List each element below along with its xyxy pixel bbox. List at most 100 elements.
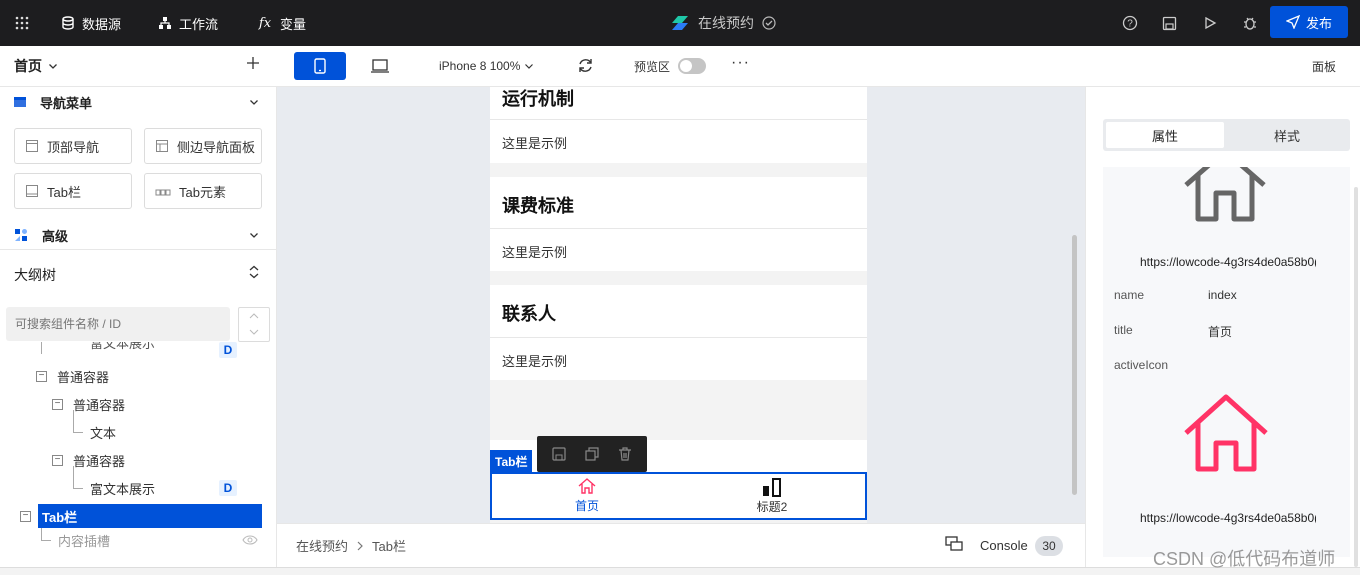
save-icon[interactable] <box>551 446 567 462</box>
phone-icon <box>314 58 326 74</box>
publish-button[interactable]: 发布 <box>1270 6 1348 38</box>
tab-style[interactable]: 样式 <box>1227 122 1347 148</box>
tab-bar[interactable]: 首页 标题2 <box>490 472 867 520</box>
tree-line <box>73 410 74 432</box>
selected-component-label: Tab栏 <box>490 450 533 472</box>
eye-icon[interactable] <box>242 535 258 545</box>
tree-node-tabbar[interactable]: − <box>20 504 38 528</box>
tree-node-container[interactable]: − 普通容器 <box>52 448 125 472</box>
tree-node-tabbar-selected[interactable]: Tab栏 <box>38 504 262 528</box>
tabbar-icon <box>26 185 38 197</box>
card-title: 课费标准 <box>502 196 574 216</box>
mobile-view-button[interactable] <box>294 52 346 80</box>
card-title: 运行机制 <box>502 89 574 109</box>
preview-toggle[interactable] <box>678 58 707 74</box>
top-nav-component[interactable]: 顶部导航 <box>14 128 132 164</box>
content-card[interactable]: 联系人 这里是示例 <box>490 285 867 380</box>
debug-icon[interactable] <box>1242 0 1258 46</box>
tab-title2[interactable]: 标题2 <box>722 477 822 517</box>
tree-node-text[interactable]: 文本 <box>90 420 116 444</box>
top-bar: 数据源 工作流 fx 变量 在线预约 ? 发布 <box>0 0 1360 46</box>
breadcrumb-current[interactable]: Tab栏 <box>372 536 406 555</box>
card-text: 这里是示例 <box>502 136 568 151</box>
apps-menu-icon[interactable] <box>14 0 30 46</box>
tree-node-richtext-partial[interactable]: 富文本展示 <box>90 342 155 354</box>
tab-home[interactable]: 首页 <box>537 477 637 517</box>
tab-properties[interactable]: 属性 <box>1106 122 1224 148</box>
workflow-button[interactable]: 工作流 <box>157 0 218 46</box>
laptop-icon <box>371 59 389 73</box>
arrow-up-icon[interactable] <box>249 312 259 320</box>
canvas-scrollbar[interactable] <box>1072 235 1077 495</box>
divider <box>490 337 867 338</box>
workflow-icon <box>157 15 173 31</box>
tree-line <box>73 466 74 488</box>
component-actions <box>537 436 647 472</box>
copy-icon[interactable] <box>584 446 600 462</box>
content-card[interactable]: 课费标准 这里是示例 <box>490 177 867 271</box>
tree-node-slot[interactable]: 内容插槽 <box>58 528 110 552</box>
variable-button[interactable]: fx 变量 <box>256 0 306 46</box>
icon-url[interactable]: https://lowcode-4g3rs4de0a58b0( <box>1140 255 1316 269</box>
collapse-icon[interactable]: − <box>52 398 63 410</box>
datasource-button[interactable]: 数据源 <box>60 0 121 46</box>
workflow-label: 工作流 <box>179 16 219 32</box>
nav-menu-label: 导航菜单 <box>40 95 93 111</box>
title-value[interactable]: 首页 <box>1208 323 1232 340</box>
datasource-label: 数据源 <box>82 16 122 32</box>
component-label: Tab元素 <box>179 184 226 200</box>
outline-search-input[interactable] <box>6 307 230 341</box>
collapse-icon[interactable]: − <box>36 370 47 382</box>
chevron-down-icon <box>525 64 534 69</box>
screens-icon[interactable] <box>945 536 963 552</box>
help-icon[interactable]: ? <box>1122 0 1138 46</box>
component-label: 侧边导航面板 <box>177 139 256 155</box>
panel-button[interactable]: 面板 <box>1312 46 1336 86</box>
nav-menu-icon <box>14 97 26 107</box>
phone-preview: 运行机制 这里是示例 课费标准 这里是示例 联系人 这里是示例 Tab栏 首页 <box>490 87 867 523</box>
arrow-down-icon[interactable] <box>249 328 259 336</box>
tree-node-container[interactable]: − 普通容器 <box>36 364 109 388</box>
trash-icon[interactable] <box>617 446 633 462</box>
right-scrollbar[interactable] <box>1354 187 1358 567</box>
page-selector[interactable]: 首页 <box>14 46 58 86</box>
component-label: 顶部导航 <box>47 139 100 155</box>
tabbar-component[interactable]: Tab栏 <box>14 173 132 209</box>
right-panel: 属性 样式 https://lowcode-4g3rs4de0a58b0( na… <box>1085 87 1360 567</box>
tab-element-component[interactable]: Tab元素 <box>144 173 262 209</box>
watermark: CSDN @低代码布道师 <box>1153 549 1336 569</box>
breadcrumb-root[interactable]: 在线预约 <box>296 536 348 555</box>
add-page-icon[interactable] <box>246 56 260 73</box>
home-icon <box>578 478 596 494</box>
send-icon <box>1285 15 1300 29</box>
more-icon[interactable]: ··· <box>731 54 750 72</box>
advanced-section[interactable]: 高级 <box>0 220 276 250</box>
device-selector[interactable]: iPhone 8 100% <box>439 46 534 86</box>
breadcrumb: 在线预约 Tab栏 <box>296 524 406 567</box>
content-card[interactable]: 运行机制 这里是示例 <box>490 87 867 163</box>
divider <box>490 228 867 229</box>
tree-label: Tab栏 <box>42 509 78 525</box>
name-value[interactable]: index <box>1208 288 1237 302</box>
play-icon[interactable] <box>1203 0 1217 46</box>
side-nav-component[interactable]: 侧边导航面板 <box>144 128 262 164</box>
tree-label: 内容插槽 <box>58 533 111 549</box>
icon-preview <box>1103 167 1350 229</box>
tree-line <box>41 342 42 354</box>
save-icon[interactable] <box>1162 0 1177 46</box>
collapse-icon[interactable]: − <box>52 454 63 466</box>
desktop-view-button[interactable] <box>370 58 390 77</box>
collapse-icon[interactable]: − <box>20 510 31 522</box>
chevron-right-icon <box>357 541 363 550</box>
tree-node-container[interactable]: − 普通容器 <box>52 392 125 416</box>
console-count-badge: 30 <box>1035 536 1063 556</box>
nav-menu-section[interactable]: 导航菜单 <box>0 87 276 117</box>
name-label: name <box>1114 288 1145 302</box>
collapse-toggle-icon[interactable] <box>248 265 260 279</box>
console-button[interactable]: Console <box>980 524 1028 567</box>
tree-line <box>41 540 51 541</box>
active-icon-url[interactable]: https://lowcode-4g3rs4de0a58b0( <box>1140 511 1316 525</box>
bottom-bar: 在线预约 Tab栏 Console 30 <box>277 523 1085 567</box>
tree-node-richtext[interactable]: 富文本展示 <box>90 476 155 500</box>
refresh-icon[interactable] <box>577 57 594 77</box>
